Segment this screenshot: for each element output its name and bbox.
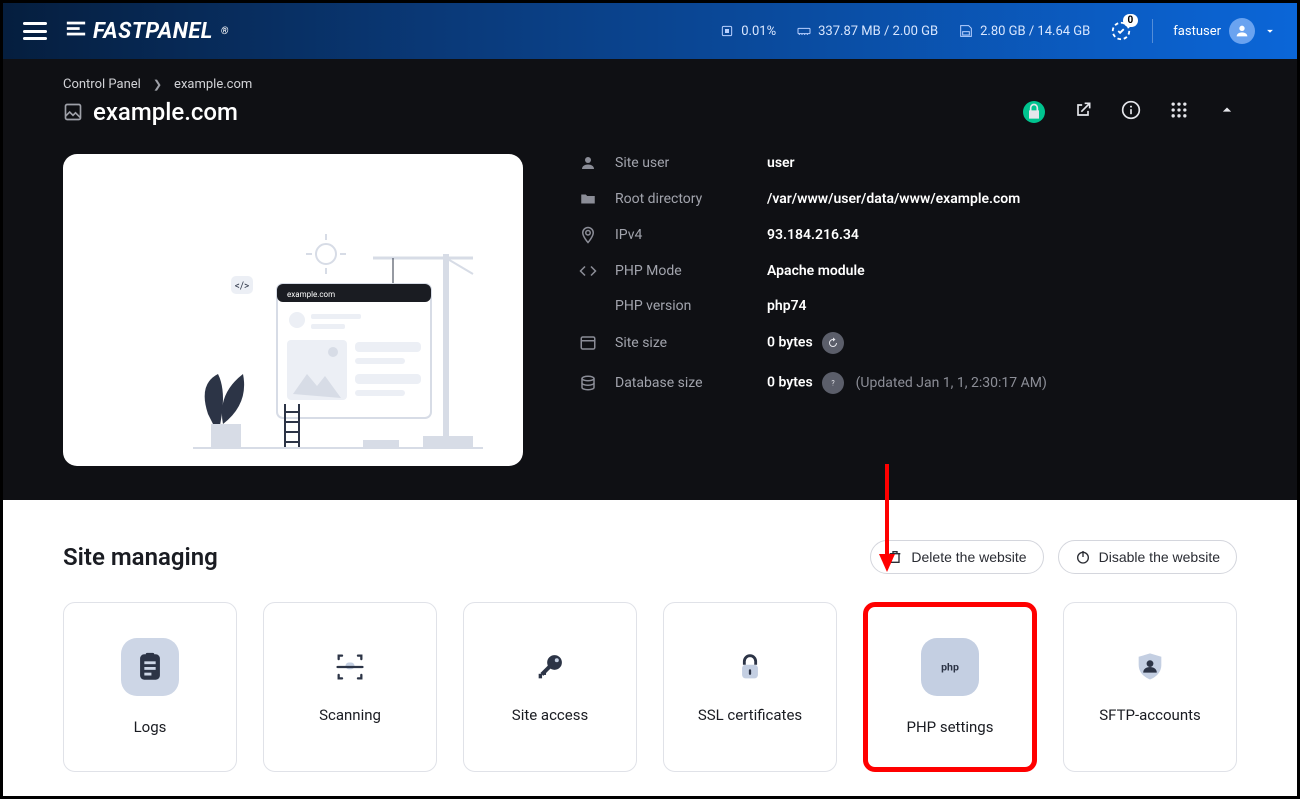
db-size-label: Database size — [615, 375, 755, 391]
svg-text:php: php — [941, 661, 959, 674]
image-icon — [63, 102, 83, 122]
root-dir-label: Root directory — [615, 191, 755, 207]
shield-user-icon — [1133, 650, 1167, 684]
php-version-value: php74 — [767, 298, 1047, 314]
site-size-value: 0 bytes — [767, 335, 813, 351]
site-user-label: Site user — [615, 155, 755, 171]
lock-icon — [733, 650, 767, 684]
db-updated-text: (Updated Jan 1, 1, 2:30:17 AM) — [856, 375, 1047, 391]
svg-text:?: ? — [832, 380, 836, 388]
card-label: PHP settings — [907, 718, 994, 736]
username-label: fastuser — [1173, 24, 1221, 39]
location-icon — [579, 226, 597, 244]
breadcrumb-site[interactable]: example.com — [174, 77, 252, 92]
site-info-table: Site user user Root directory /var/www/u… — [579, 154, 1047, 394]
ipv4-label: IPv4 — [615, 227, 755, 243]
card-php-settings[interactable]: php PHP settings — [863, 602, 1037, 772]
collapse-button[interactable] — [1217, 100, 1237, 124]
delete-website-button[interactable]: Delete the website — [870, 540, 1043, 574]
menu-toggle-button[interactable] — [23, 22, 47, 40]
logo-mark-icon — [65, 18, 87, 45]
database-icon — [579, 374, 597, 392]
php-icon: php — [921, 638, 979, 696]
svg-text:</>: </> — [235, 281, 249, 292]
brand-name: FASTPANEL — [93, 19, 213, 44]
card-label: Site access — [512, 706, 588, 724]
code-icon — [579, 262, 597, 280]
disk-stat[interactable]: 2.80 GB / 14.64 GB — [958, 23, 1090, 39]
page-title: example.com — [63, 98, 238, 126]
site-user-value: user — [767, 155, 1047, 171]
ssl-status-badge[interactable] — [1023, 101, 1045, 123]
scanning-icon — [333, 650, 367, 684]
db-size-help-button[interactable]: ? — [822, 372, 844, 394]
site-size-label: Site size — [615, 335, 755, 351]
divider — [1152, 19, 1153, 43]
site-header-section: Control Panel ❯ example.com example.com — [3, 59, 1297, 500]
disk-value: 2.80 GB / 14.64 GB — [980, 24, 1090, 39]
breadcrumb: Control Panel ❯ example.com — [63, 77, 1237, 92]
topbar: FASTPANEL® 0.01% 337.87 MB / 2.00 GB 2.8… — [3, 3, 1297, 59]
user-icon — [579, 154, 597, 172]
php-mode-label: PHP Mode — [615, 263, 755, 279]
breadcrumb-root[interactable]: Control Panel — [63, 77, 141, 92]
card-ssl[interactable]: SSL certificates — [663, 602, 837, 772]
disable-website-button[interactable]: Disable the website — [1058, 540, 1237, 574]
key-icon — [533, 650, 567, 684]
card-label: SSL certificates — [698, 706, 802, 724]
site-managing-section: Site managing Delete the website Disable… — [3, 500, 1297, 812]
apps-grid-button[interactable] — [1169, 100, 1189, 124]
svg-text:example.com: example.com — [287, 290, 335, 299]
db-size-value: 0 bytes — [767, 375, 813, 391]
folder-icon — [579, 190, 597, 208]
ram-value: 337.87 MB / 2.00 GB — [818, 24, 938, 39]
card-label: Scanning — [319, 706, 381, 724]
open-link-button[interactable] — [1073, 100, 1093, 124]
card-sftp[interactable]: SFTP-accounts — [1063, 602, 1237, 772]
php-mode-value: Apache module — [767, 263, 1047, 279]
cpu-value: 0.01% — [741, 24, 776, 39]
refresh-site-size-button[interactable] — [822, 332, 844, 354]
notifications-button[interactable]: 0 — [1110, 20, 1132, 42]
notif-badge: 0 — [1123, 14, 1139, 27]
managing-heading: Site managing — [63, 543, 218, 571]
card-scanning[interactable]: Scanning — [263, 602, 437, 772]
site-preview[interactable]: </> example.com — [63, 154, 523, 466]
card-site-access[interactable]: Site access — [463, 602, 637, 772]
root-dir-value: /var/www/user/data/www/example.com — [767, 191, 1047, 207]
avatar-icon — [1229, 18, 1255, 44]
window-icon — [579, 334, 597, 352]
chevron-down-icon — [1263, 24, 1277, 38]
ram-stat[interactable]: 337.87 MB / 2.00 GB — [796, 23, 938, 39]
ipv4-value: 93.184.216.34 — [767, 227, 1047, 243]
brand-logo[interactable]: FASTPANEL® — [65, 18, 229, 45]
info-button[interactable] — [1121, 100, 1141, 124]
logs-icon — [121, 638, 179, 696]
card-label: SFTP-accounts — [1099, 706, 1201, 724]
php-version-label: PHP version — [615, 298, 755, 314]
cpu-stat[interactable]: 0.01% — [719, 23, 776, 39]
card-label: Logs — [134, 718, 167, 736]
card-logs[interactable]: Logs — [63, 602, 237, 772]
user-menu[interactable]: fastuser — [1173, 18, 1277, 44]
chevron-right-icon: ❯ — [153, 78, 162, 91]
